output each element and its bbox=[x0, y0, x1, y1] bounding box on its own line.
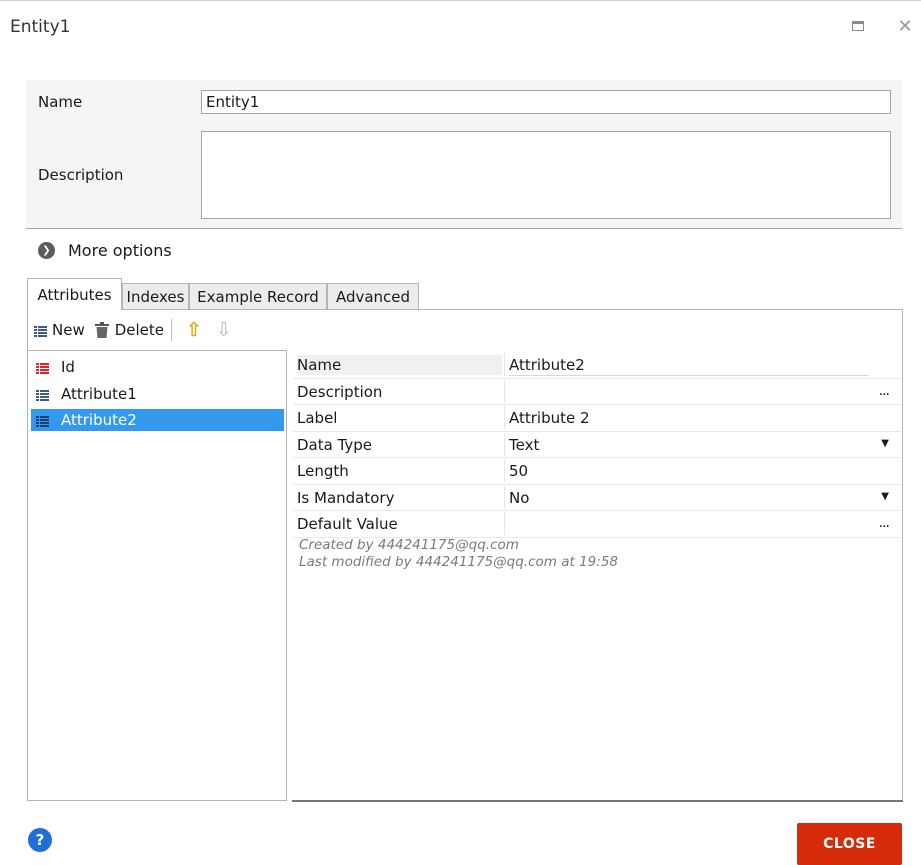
tab-attributes[interactable]: Attributes bbox=[27, 278, 122, 310]
maximize-icon[interactable] bbox=[850, 18, 866, 34]
name-field[interactable] bbox=[201, 90, 891, 114]
description-label: Description bbox=[38, 166, 124, 184]
property-row-data-type: Data Type Text ▼ bbox=[293, 432, 901, 458]
more-options-toggle[interactable]: ❯ More options bbox=[38, 240, 172, 260]
help-icon[interactable]: ? bbox=[28, 828, 52, 852]
property-name: Default Value bbox=[297, 515, 398, 533]
entity-form: Name Description bbox=[26, 80, 902, 229]
list-item[interactable]: Attribute2 bbox=[31, 409, 284, 431]
divider bbox=[504, 353, 505, 376]
delete-label: Delete bbox=[114, 321, 165, 339]
grid-icon bbox=[34, 324, 47, 337]
dropdown-arrow-icon[interactable]: ▼ bbox=[881, 491, 889, 502]
ellipsis-button[interactable]: ... bbox=[879, 383, 890, 399]
property-value-data-type[interactable]: Text bbox=[509, 435, 869, 455]
trash-icon bbox=[94, 322, 109, 338]
name-label: Name bbox=[38, 93, 83, 111]
close-icon[interactable]: ✕ bbox=[897, 16, 913, 37]
delete-attribute-button[interactable]: Delete bbox=[94, 321, 165, 339]
attributes-toolbar: New Delete ⇧ ⇩ bbox=[34, 317, 233, 343]
dropdown-arrow-icon[interactable]: ▼ bbox=[881, 438, 889, 449]
arrow-up-icon[interactable]: ⇧ bbox=[185, 320, 203, 340]
last-modified-text: Last modified by 444241175@qq.com at 19:… bbox=[299, 554, 618, 570]
property-row-name: Name Attribute2 bbox=[293, 352, 901, 379]
divider bbox=[504, 379, 505, 403]
divider bbox=[504, 406, 505, 429]
property-row-length: Length 50 bbox=[293, 458, 901, 485]
property-name: Length bbox=[297, 462, 349, 480]
attribute-label: Id bbox=[61, 358, 75, 376]
grid-icon bbox=[36, 414, 49, 427]
divider bbox=[504, 459, 505, 482]
divider bbox=[504, 485, 505, 509]
close-button[interactable]: CLOSE bbox=[797, 823, 902, 865]
property-row-description: Description ... bbox=[293, 379, 901, 405]
divider bbox=[504, 432, 505, 456]
divider bbox=[504, 512, 505, 535]
property-grid: Name Attribute2 Description ... Label At… bbox=[293, 352, 901, 538]
window-top-border bbox=[0, 0, 921, 1]
description-field[interactable] bbox=[201, 131, 891, 219]
property-value-name[interactable]: Attribute2 bbox=[509, 355, 869, 376]
property-value-label[interactable]: Attribute 2 bbox=[509, 408, 869, 428]
property-value-description[interactable] bbox=[509, 382, 869, 402]
attribute-list: Id Attribute1 Attribute2 bbox=[27, 350, 287, 801]
tab-indexes[interactable]: Indexes bbox=[122, 283, 189, 310]
audit-info: Created by 444241175@qq.com Last modifie… bbox=[299, 537, 618, 571]
list-item[interactable]: Id bbox=[31, 356, 284, 378]
property-name: Is Mandatory bbox=[297, 488, 395, 507]
grid-icon bbox=[36, 388, 49, 401]
attribute-label: Attribute1 bbox=[61, 385, 137, 403]
arrow-down-icon[interactable]: ⇩ bbox=[215, 320, 233, 340]
window-title: Entity1 bbox=[10, 17, 71, 37]
panel-bottom-border bbox=[292, 800, 903, 802]
property-value-is-mandatory[interactable]: No bbox=[509, 488, 869, 508]
property-row-is-mandatory: Is Mandatory No ▼ bbox=[293, 485, 901, 511]
attribute-label: Attribute2 bbox=[61, 411, 137, 429]
property-row-label: Label Attribute 2 bbox=[293, 405, 901, 432]
toolbar-separator bbox=[171, 319, 173, 341]
property-name: Label bbox=[297, 409, 338, 427]
key-grid-icon bbox=[36, 361, 49, 374]
tab-advanced[interactable]: Advanced bbox=[327, 283, 419, 310]
created-by-text: Created by 444241175@qq.com bbox=[299, 537, 519, 553]
property-name: Data Type bbox=[297, 435, 373, 454]
chevron-right-circle-icon: ❯ bbox=[38, 241, 55, 259]
ellipsis-button[interactable]: ... bbox=[879, 515, 890, 531]
tab-example-record[interactable]: Example Record bbox=[189, 283, 327, 310]
property-name: Description bbox=[297, 382, 383, 401]
property-name: Name bbox=[297, 355, 502, 375]
property-value-length[interactable]: 50 bbox=[509, 461, 869, 481]
property-row-default-value: Default Value ... bbox=[293, 511, 901, 538]
list-item[interactable]: Attribute1 bbox=[31, 383, 284, 405]
new-label: New bbox=[52, 321, 85, 339]
more-options-label: More options bbox=[68, 240, 172, 260]
property-value-default-value[interactable] bbox=[509, 514, 869, 534]
new-attribute-button[interactable]: New bbox=[34, 321, 85, 339]
